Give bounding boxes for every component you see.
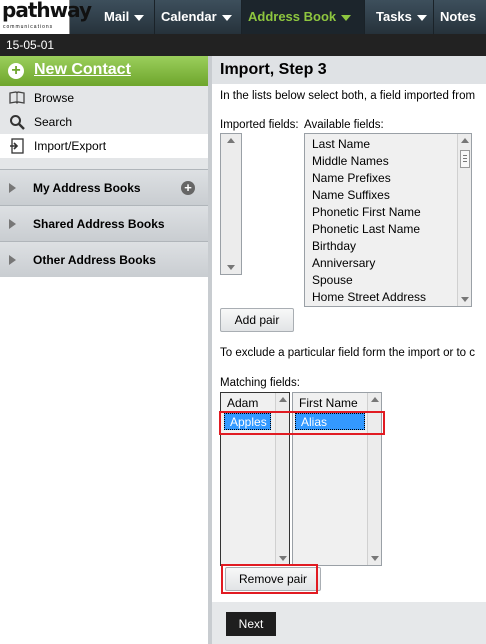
- scroll-up-icon[interactable]: [227, 138, 235, 143]
- sidebar-item-browse[interactable]: Browse: [0, 86, 208, 110]
- available-fields-label: Available fields:: [304, 119, 384, 131]
- scroll-down-icon[interactable]: [227, 265, 235, 270]
- list-item[interactable]: Birthday: [312, 238, 356, 255]
- nav-address-book-label: Address Book: [248, 9, 337, 24]
- list-item[interactable]: Name Prefixes: [312, 170, 391, 187]
- sidebar-section-my-address-books[interactable]: My Address Books +: [0, 169, 208, 205]
- next-button[interactable]: Next: [226, 612, 276, 636]
- scroll-up-icon[interactable]: [279, 397, 287, 402]
- highlight-box-remove-pair: [221, 564, 318, 594]
- nav-notes-label: Notes: [440, 9, 477, 24]
- import-export-icon: [10, 138, 24, 154]
- list-item[interactable]: Phonetic Last Name: [312, 221, 420, 238]
- chevron-down-icon: [341, 14, 352, 21]
- logo-wordmark: pathway: [2, 0, 92, 22]
- nav-mail-label: Mail: [104, 9, 130, 24]
- sidebar-section-other-address-books[interactable]: Other Address Books: [0, 241, 208, 277]
- nav-tasks-label: Tasks: [376, 9, 412, 24]
- list-item[interactable]: Phonetic First Name: [312, 204, 421, 221]
- list-item[interactable]: Spouse: [312, 272, 353, 289]
- triangle-right-icon: [9, 255, 16, 265]
- matching-left-header: Adam: [227, 396, 259, 410]
- highlight-box-matching-row: [219, 411, 385, 435]
- search-icon: [10, 115, 25, 130]
- scroll-down-icon[interactable]: [371, 556, 379, 561]
- list-item[interactable]: Home Street Address: [312, 289, 426, 306]
- matching-right-header: First Name: [299, 396, 358, 410]
- section-label: Other Address Books: [33, 253, 156, 267]
- scroll-down-icon[interactable]: [279, 556, 287, 561]
- sidebar: + New Contact Browse Search Import/Expor…: [0, 56, 208, 644]
- imported-fields-scrollbar[interactable]: [221, 134, 241, 274]
- nav-mail[interactable]: Mail: [98, 0, 145, 34]
- chevron-down-icon: [416, 14, 427, 21]
- instruction-text: In the lists below select both, a field …: [220, 90, 476, 102]
- pathway-logo[interactable]: pathway communications: [0, 0, 92, 34]
- sidebar-item-label: Search: [34, 115, 73, 129]
- scroll-up-icon[interactable]: [371, 397, 379, 402]
- triangle-right-icon: [9, 219, 16, 229]
- sidebar-item-import-export[interactable]: Import/Export: [0, 134, 208, 158]
- list-item[interactable]: Middle Names: [312, 153, 389, 170]
- add-address-book-icon[interactable]: +: [181, 181, 195, 195]
- scroll-thumb[interactable]: [460, 150, 470, 168]
- matching-fields-label: Matching fields:: [220, 377, 300, 389]
- nav-address-book[interactable]: Address Book: [242, 0, 364, 34]
- sidebar-item-label: Browse: [34, 91, 75, 105]
- nav-notes[interactable]: Notes: [434, 0, 486, 55]
- imported-fields-label: Imported fields:: [220, 119, 299, 131]
- add-pair-button[interactable]: Add pair: [220, 308, 294, 332]
- plus-icon: +: [8, 63, 24, 79]
- book-icon: [9, 91, 25, 104]
- nav-tasks[interactable]: Tasks: [370, 0, 427, 34]
- sidebar-section-shared-address-books[interactable]: Shared Address Books: [0, 205, 208, 241]
- section-label: Shared Address Books: [33, 217, 165, 231]
- scroll-up-icon[interactable]: [461, 138, 469, 143]
- available-fields-list[interactable]: Last Name Middle Names Name Prefixes Nam…: [304, 133, 472, 307]
- exclude-instruction-text: To exclude a particular field form the i…: [220, 347, 476, 359]
- section-label: My Address Books: [33, 181, 141, 195]
- new-contact-label: New Contact: [34, 61, 131, 78]
- sidebar-item-label: Import/Export: [34, 139, 107, 153]
- nav-separator: [364, 0, 365, 34]
- logo-subtitle: communications: [3, 24, 54, 30]
- list-item[interactable]: Last Name: [312, 136, 370, 153]
- list-item[interactable]: Name Suffixes: [312, 187, 390, 204]
- page-title: Import, Step 3: [212, 56, 486, 84]
- chevron-down-icon: [221, 14, 232, 21]
- top-nav-bar: pathway communications Mail Calendar Add…: [0, 0, 486, 55]
- chevron-down-icon: [134, 14, 145, 21]
- list-item[interactable]: Anniversary: [312, 255, 375, 272]
- sidebar-item-search[interactable]: Search: [0, 110, 208, 134]
- new-contact-button[interactable]: + New Contact: [0, 56, 208, 86]
- triangle-right-icon: [9, 183, 16, 193]
- import-panel: Import, Step 3 In the lists below select…: [212, 56, 486, 644]
- nav-calendar[interactable]: Calendar: [155, 0, 232, 34]
- scroll-down-icon[interactable]: [461, 297, 469, 302]
- imported-fields-list[interactable]: [220, 133, 242, 275]
- available-fields-scrollbar[interactable]: [457, 134, 471, 306]
- date-bar: 15-05-01: [0, 34, 486, 56]
- nav-calendar-label: Calendar: [161, 9, 217, 24]
